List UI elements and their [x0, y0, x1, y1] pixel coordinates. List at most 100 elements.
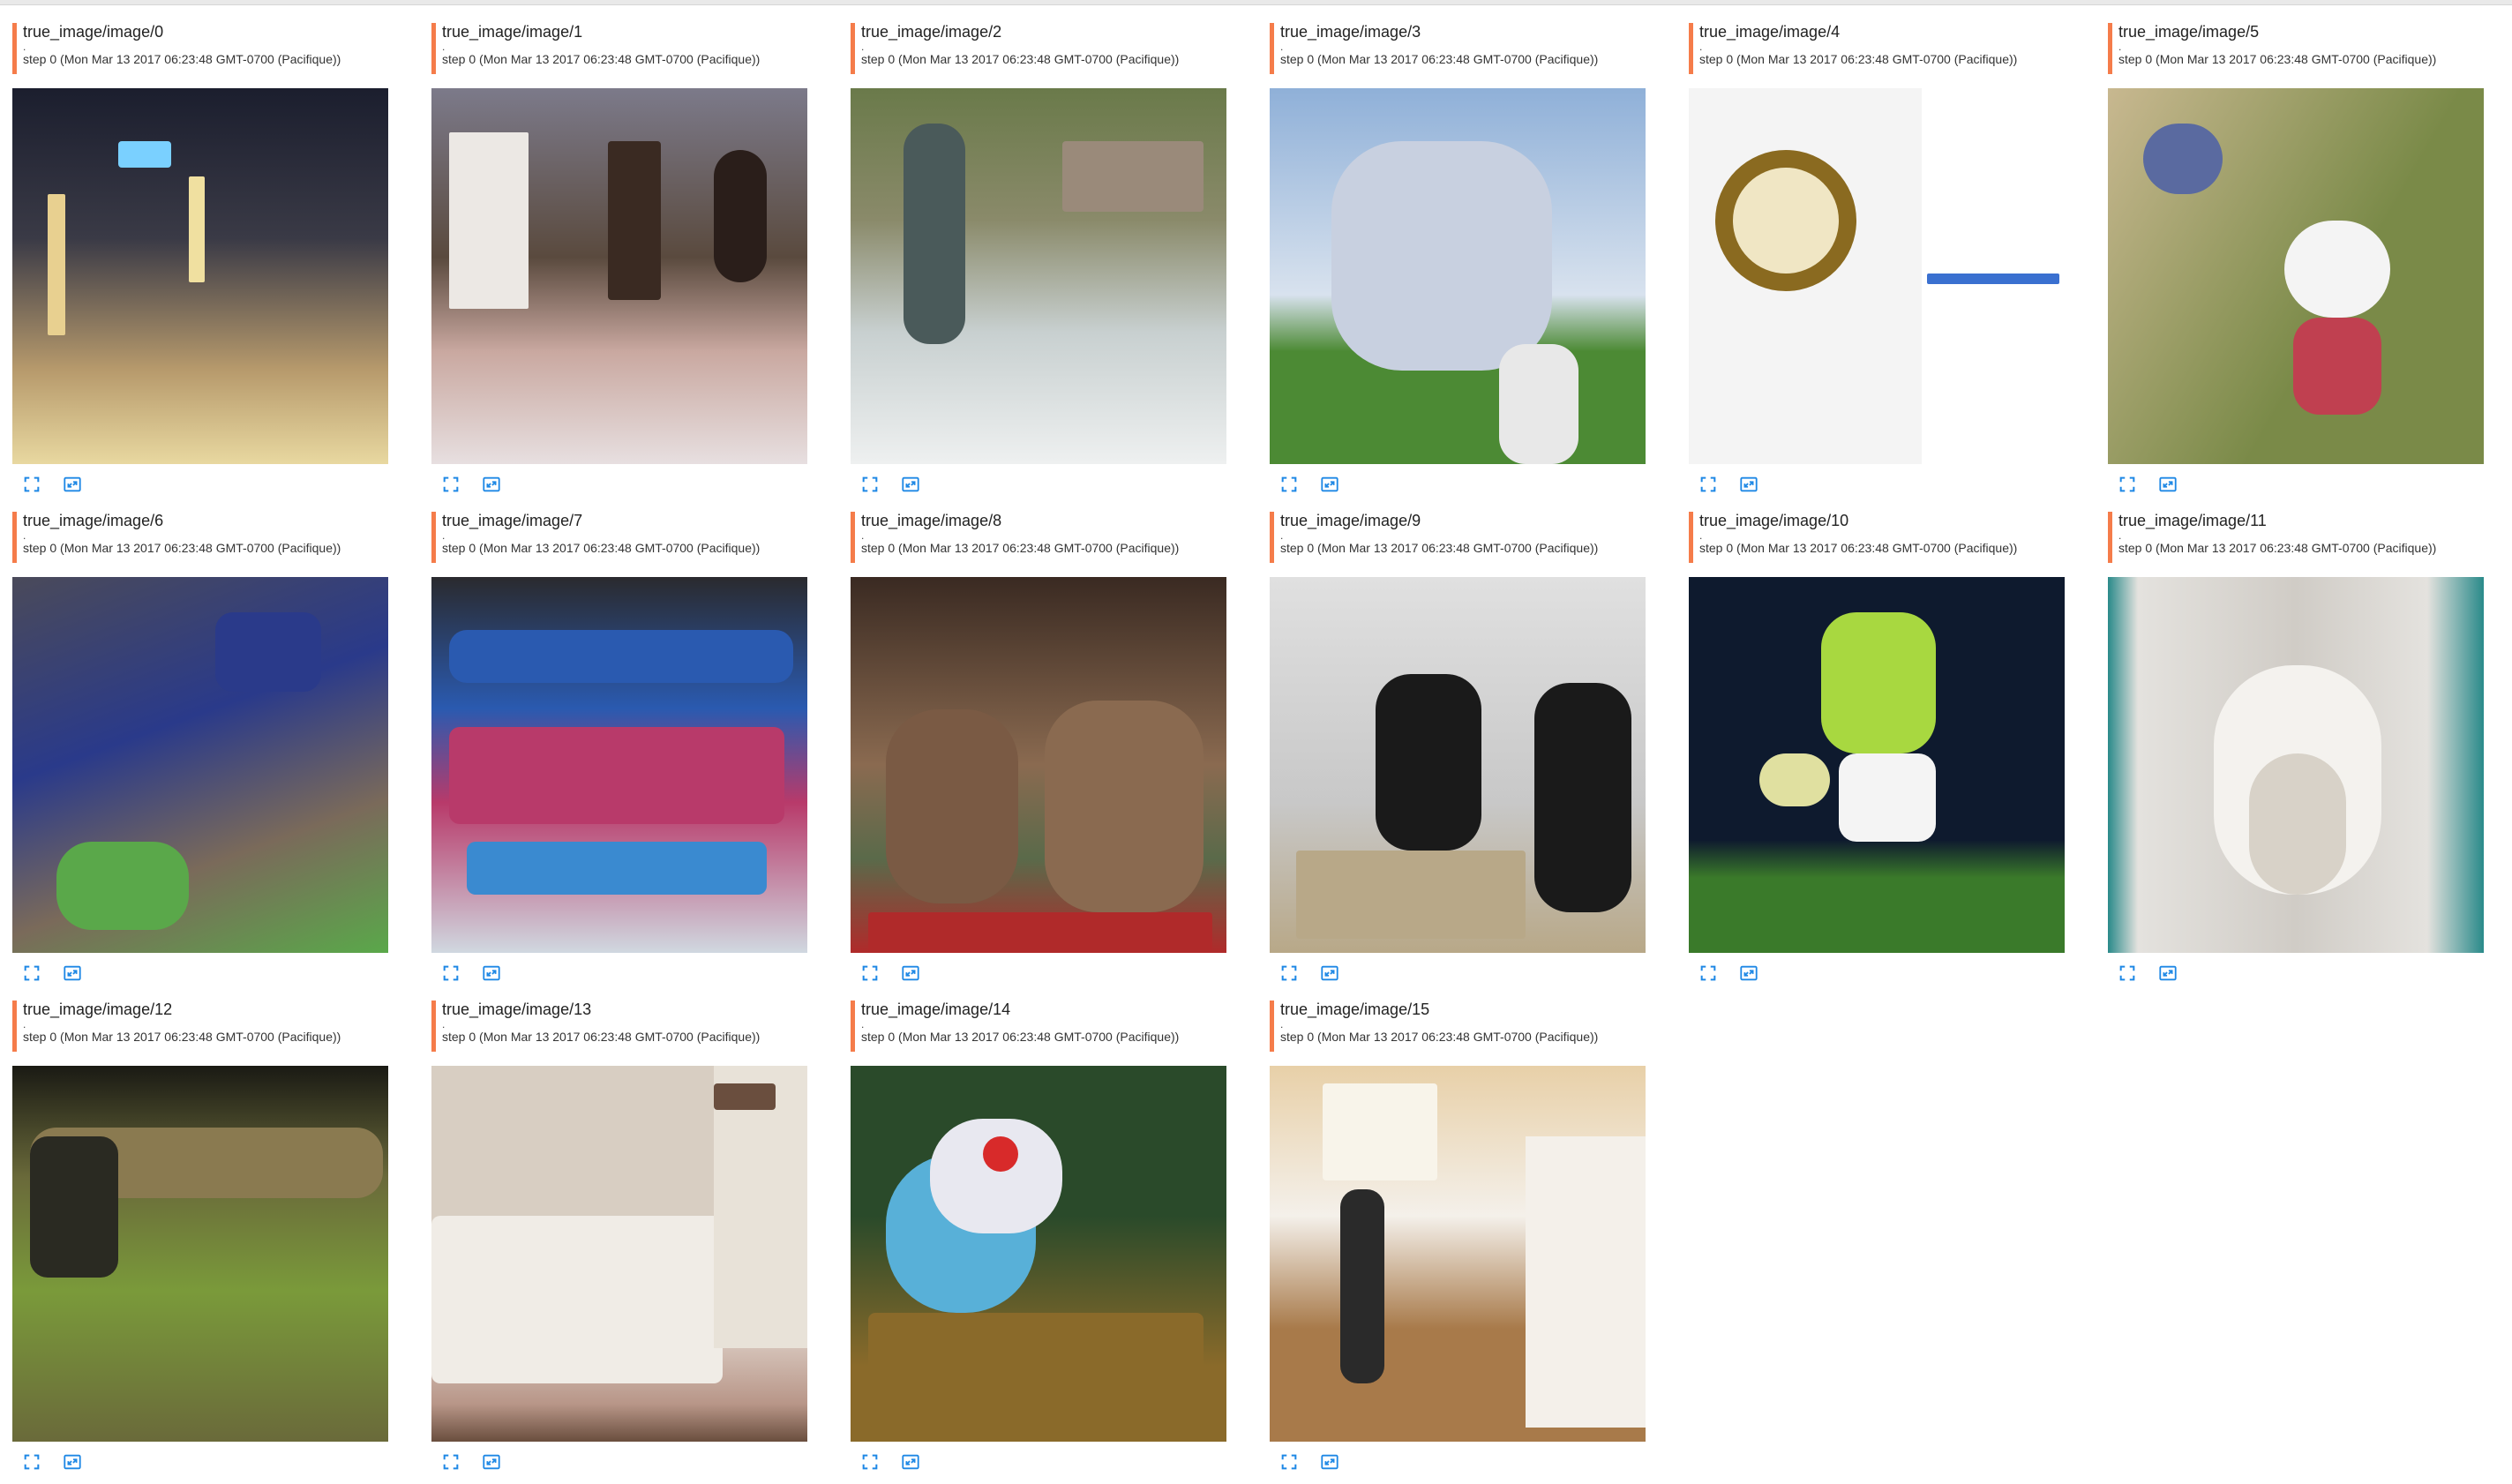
image-detail [189, 176, 205, 282]
fullscreen-icon[interactable] [2117, 474, 2138, 495]
fit-image-icon[interactable] [2157, 963, 2178, 984]
fullscreen-icon[interactable] [21, 963, 42, 984]
card-title: true_image/image/1 [442, 23, 583, 41]
card-title: true_image/image/9 [1280, 512, 1421, 529]
card-separator-dot: . [23, 41, 26, 53]
card-title: true_image/image/15 [1280, 1001, 1430, 1018]
image-thumbnail[interactable] [12, 1066, 388, 1442]
fit-image-icon[interactable] [1738, 963, 1759, 984]
image-thumbnail[interactable] [2108, 577, 2484, 953]
card-actions [1270, 473, 1340, 496]
fit-image-icon[interactable] [481, 1451, 502, 1473]
fit-image-icon[interactable] [900, 963, 921, 984]
card-separator-dot: . [1699, 41, 1703, 53]
fit-image-icon[interactable] [481, 963, 502, 984]
card-separator-dot: . [861, 529, 865, 542]
image-detail [56, 842, 189, 930]
card-separator-dot: . [2118, 529, 2122, 542]
card-actions [12, 473, 83, 496]
card-actions [2108, 962, 2178, 985]
fullscreen-icon[interactable] [21, 1451, 42, 1473]
fit-image-icon[interactable] [2157, 474, 2178, 495]
card-header: true_image/image/4 . step 0 (Mon Mar 13 … [1689, 18, 2065, 88]
fit-image-icon[interactable] [1738, 474, 1759, 495]
fullscreen-icon[interactable] [440, 1451, 461, 1473]
fit-image-icon[interactable] [1319, 1451, 1340, 1473]
image-card: true_image/image/1 . step 0 (Mon Mar 13 … [431, 18, 807, 506]
top-toolbar-edge [0, 0, 2512, 5]
image-thumbnail[interactable] [851, 577, 1226, 953]
step-timestamp: step 0 (Mon Mar 13 2017 06:23:48 GMT-070… [861, 541, 1180, 555]
image-detail [449, 630, 793, 683]
image-thumbnail[interactable] [1270, 1066, 1646, 1442]
fullscreen-icon[interactable] [440, 474, 461, 495]
fit-image-icon[interactable] [481, 474, 502, 495]
image-card: true_image/image/5 . step 0 (Mon Mar 13 … [2108, 18, 2484, 506]
image-card: true_image/image/15 . step 0 (Mon Mar 13… [1270, 995, 1646, 1484]
fit-image-icon[interactable] [1319, 474, 1340, 495]
image-detail [2249, 753, 2346, 895]
step-timestamp: step 0 (Mon Mar 13 2017 06:23:48 GMT-070… [861, 52, 1180, 66]
fullscreen-icon[interactable] [1698, 963, 1719, 984]
card-actions [851, 473, 921, 496]
image-detail [118, 141, 171, 168]
image-thumbnail[interactable] [431, 88, 807, 464]
image-detail [1331, 141, 1552, 371]
card-title: true_image/image/14 [861, 1001, 1011, 1018]
card-header: true_image/image/1 . step 0 (Mon Mar 13 … [431, 18, 807, 88]
card-separator-dot: . [23, 1018, 26, 1031]
card-title: true_image/image/4 [1699, 23, 1841, 41]
image-thumbnail[interactable] [851, 1066, 1226, 1442]
image-thumbnail[interactable] [851, 88, 1226, 464]
card-actions [2108, 473, 2178, 496]
card-actions [851, 1450, 921, 1473]
image-card: true_image/image/9 . step 0 (Mon Mar 13 … [1270, 506, 1646, 995]
card-actions [431, 962, 502, 985]
fullscreen-icon[interactable] [440, 963, 461, 984]
card-header: true_image/image/13 . step 0 (Mon Mar 13… [431, 995, 807, 1066]
image-detail [1526, 1136, 1646, 1428]
image-thumbnail[interactable] [2108, 88, 2484, 464]
card-title: true_image/image/12 [23, 1001, 173, 1018]
fit-image-icon[interactable] [1319, 963, 1340, 984]
fullscreen-icon[interactable] [1278, 1451, 1300, 1473]
fullscreen-icon[interactable] [1698, 474, 1719, 495]
card-title: true_image/image/11 [2118, 512, 2267, 529]
image-card: true_image/image/12 . step 0 (Mon Mar 13… [12, 995, 388, 1484]
fullscreen-icon[interactable] [859, 474, 881, 495]
card-actions [1689, 473, 1759, 496]
image-detail [449, 727, 784, 824]
image-thumbnail[interactable] [1689, 88, 2065, 464]
image-detail [886, 709, 1018, 903]
image-detail [449, 132, 529, 309]
fullscreen-icon[interactable] [2117, 963, 2138, 984]
fit-image-icon[interactable] [62, 474, 83, 495]
image-thumbnail[interactable] [431, 577, 807, 953]
step-timestamp: step 0 (Mon Mar 13 2017 06:23:48 GMT-070… [23, 1030, 341, 1044]
step-timestamp: step 0 (Mon Mar 13 2017 06:23:48 GMT-070… [1280, 541, 1599, 555]
fullscreen-icon[interactable] [1278, 963, 1300, 984]
fit-image-icon[interactable] [900, 1451, 921, 1473]
image-detail [1821, 612, 1936, 753]
image-thumbnail[interactable] [12, 577, 388, 953]
fullscreen-icon[interactable] [21, 474, 42, 495]
image-thumbnail[interactable] [12, 88, 388, 464]
image-thumbnail[interactable] [1689, 577, 2065, 953]
fit-image-icon[interactable] [62, 1451, 83, 1473]
image-thumbnail[interactable] [431, 1066, 807, 1442]
fullscreen-icon[interactable] [1278, 474, 1300, 495]
fit-image-icon[interactable] [900, 474, 921, 495]
card-actions [851, 962, 921, 985]
image-thumbnail[interactable] [1270, 577, 1646, 953]
image-thumbnail[interactable] [1270, 88, 1646, 464]
image-detail [714, 1083, 776, 1110]
image-detail [1045, 701, 1204, 912]
card-separator-dot: . [442, 1018, 446, 1031]
fullscreen-icon[interactable] [859, 963, 881, 984]
card-actions [431, 473, 502, 496]
card-actions [1270, 1450, 1340, 1473]
card-title: true_image/image/2 [861, 23, 1002, 41]
fit-image-icon[interactable] [62, 963, 83, 984]
fullscreen-icon[interactable] [859, 1451, 881, 1473]
image-card: true_image/image/11 . step 0 (Mon Mar 13… [2108, 506, 2484, 995]
